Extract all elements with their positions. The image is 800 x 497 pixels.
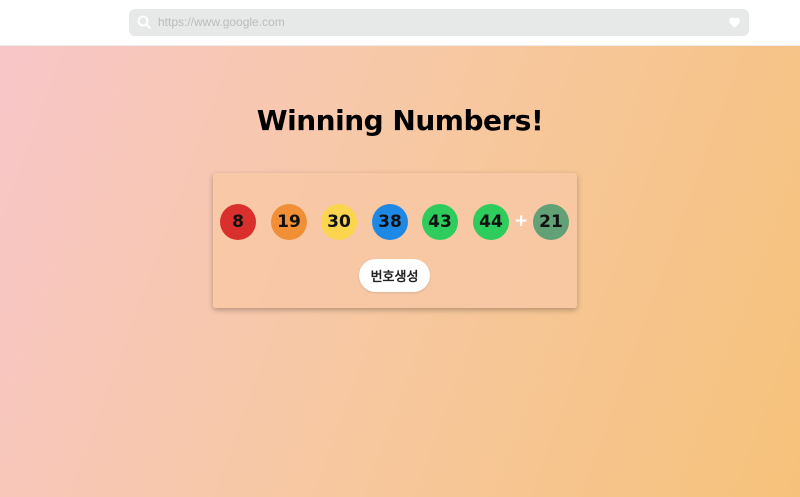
number-ball-4: 38 <box>372 204 408 240</box>
lotto-page: Winning Numbers! 8 19 30 38 43 44 + 21 번… <box>0 46 800 497</box>
number-ball-5: 43 <box>422 204 458 240</box>
heart-icon[interactable] <box>728 16 741 29</box>
generate-numbers-button[interactable]: 번호생성 <box>359 259 430 292</box>
number-ball-1: 8 <box>220 204 256 240</box>
bonus-ball: 21 <box>533 204 569 240</box>
search-icon <box>137 15 151 29</box>
number-ball-6: 44 <box>473 204 509 240</box>
page-title: Winning Numbers! <box>256 104 544 137</box>
address-bar[interactable]: https://www.google.com <box>129 9 749 36</box>
plus-sign: + <box>514 211 529 231</box>
number-ball-2: 19 <box>271 204 307 240</box>
numbers-card: 8 19 30 38 43 44 + 21 번호생성 <box>213 173 577 308</box>
browser-top-bar: https://www.google.com <box>0 0 800 46</box>
number-ball-3: 30 <box>321 204 357 240</box>
address-text[interactable]: https://www.google.com <box>158 15 285 30</box>
